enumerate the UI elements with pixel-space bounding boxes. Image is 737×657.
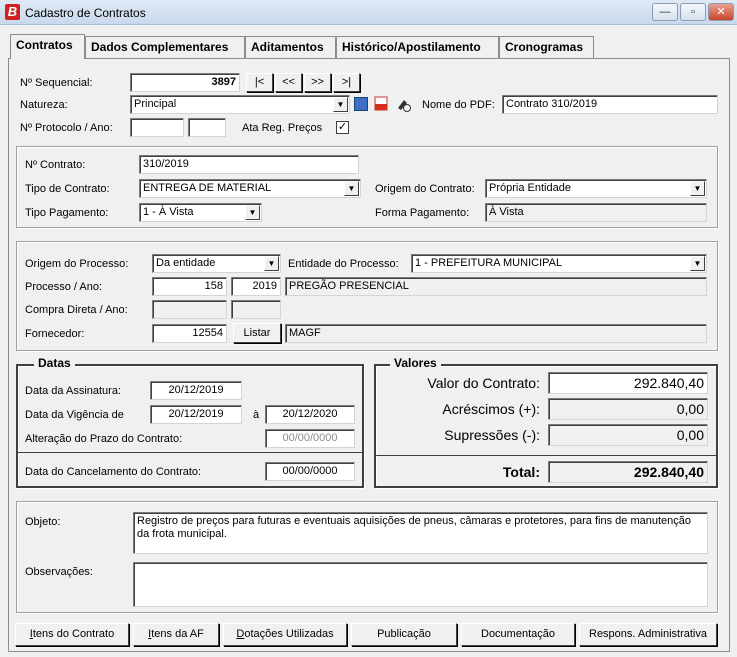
datas-legend: Datas: [34, 356, 75, 370]
tab-cronogramas[interactable]: Cronogramas: [499, 36, 594, 58]
acrescimos-label: Acréscimos (+):: [442, 401, 540, 417]
valor-contrato-field[interactable]: 292.840,40: [548, 372, 708, 394]
datas-divider: [18, 452, 362, 453]
acrescimos-field: 0,00: [548, 398, 708, 420]
tipo-contrato-select[interactable]: ENTREGA DE MATERIAL ▼: [139, 179, 361, 198]
entidade-processo-label: Entidade do Processo:: [288, 258, 399, 270]
valores-divider: [376, 455, 716, 456]
app-logo-icon: B: [5, 4, 20, 20]
respons-administrativa-button[interactable]: Respons. Administrativa: [579, 623, 717, 646]
assinatura-date-field[interactable]: 20/12/2019: [150, 381, 242, 400]
maximize-button[interactable]: ▫: [680, 3, 706, 21]
pdf-name-field[interactable]: Contrato 310/2019: [502, 95, 718, 114]
supressoes-label: Supressões (-):: [444, 427, 540, 443]
fornecedor-name-field: MAGF: [285, 324, 707, 343]
listar-button[interactable]: Listar: [233, 323, 281, 343]
ata-label: Ata Reg. Preços: [242, 122, 323, 134]
tab-dados-complementares[interactable]: Dados Complementares: [85, 36, 245, 58]
natureza-value: Principal: [134, 98, 177, 110]
next-record-button[interactable]: >>: [304, 73, 331, 92]
tipo-pagamento-label: Tipo Pagamento:: [25, 207, 109, 219]
alteracao-prazo-label: Alteração do Prazo do Contrato:: [25, 433, 183, 445]
cancelamento-label: Data do Cancelamento do Contrato:: [25, 466, 202, 478]
window-title: Cadastro de Contratos: [25, 6, 146, 20]
valores-legend: Valores: [390, 356, 441, 370]
protocolo-label: Nº Protocolo / Ano:: [20, 122, 113, 134]
last-record-button[interactable]: >|: [333, 73, 360, 92]
alteracao-prazo-field[interactable]: 00/00/0000: [265, 429, 355, 448]
prev-record-button[interactable]: <<: [275, 73, 302, 92]
total-field: 292.840,40: [548, 461, 708, 483]
tipo-pagamento-select[interactable]: 1 - À Vista ▼: [139, 203, 262, 222]
natureza-select[interactable]: Principal ▼: [130, 95, 350, 114]
valor-contrato-label: Valor do Contrato:: [427, 375, 540, 391]
contrato-number-label: Nº Contrato:: [25, 159, 86, 171]
observacoes-textarea[interactable]: [133, 562, 708, 607]
origem-contrato-label: Origem do Contrato:: [375, 183, 475, 195]
compra-direta-label: Compra Direta / Ano:: [25, 304, 128, 316]
tab-aditamentos[interactable]: Aditamentos: [245, 36, 336, 58]
seq-label: Nº Sequencial:: [20, 77, 93, 89]
processo-description: PREGÃO PRESENCIAL: [285, 277, 707, 296]
publicacao-button[interactable]: Publicação: [351, 623, 457, 646]
itens-contrato-button[interactable]: Itens do Contrato: [15, 623, 129, 646]
pdf-icon[interactable]: [374, 96, 388, 111]
chevron-down-icon: ▼: [245, 205, 260, 220]
compra-direta-number-field: [152, 300, 227, 319]
origem-contrato-value: Própria Entidade: [489, 182, 571, 194]
chevron-down-icon: ▼: [333, 97, 348, 112]
assinatura-label: Data da Assinatura:: [25, 385, 122, 397]
processo-year-field[interactable]: 2019: [231, 277, 281, 296]
documentacao-button[interactable]: Documentação: [461, 623, 575, 646]
origem-contrato-select[interactable]: Própria Entidade ▼: [485, 179, 707, 198]
tipo-pagamento-value: 1 - À Vista: [143, 206, 194, 218]
origem-processo-label: Origem do Processo:: [25, 258, 129, 270]
supressoes-field: 0,00: [548, 424, 708, 446]
fornecedor-code-field[interactable]: 12554: [152, 324, 227, 343]
objeto-textarea[interactable]: Registro de preços para futuras e eventu…: [133, 512, 708, 554]
minimize-button[interactable]: —: [652, 3, 678, 21]
total-label: Total:: [502, 464, 540, 480]
origem-processo-value: Da entidade: [156, 257, 216, 269]
pdf-name-label: Nome do PDF:: [422, 99, 495, 111]
forma-pagamento-field: À Vista: [485, 203, 707, 222]
tab-contratos[interactable]: Contratos: [10, 34, 85, 59]
compra-direta-year-field: [231, 300, 281, 319]
close-button[interactable]: ✕: [708, 3, 734, 21]
chevron-down-icon: ▼: [690, 256, 705, 271]
processo-ano-label: Processo / Ano:: [25, 281, 103, 293]
objeto-label: Objeto:: [25, 516, 61, 528]
entidade-processo-select[interactable]: 1 - PREFEITURA MUNICIPAL ▼: [411, 254, 707, 273]
contrato-number-field[interactable]: 310/2019: [139, 155, 359, 174]
first-record-button[interactable]: |<: [246, 73, 273, 92]
forma-pagamento-label: Forma Pagamento:: [375, 207, 470, 219]
tab-historico[interactable]: Histórico/Apostilamento: [336, 36, 499, 58]
cancelamento-date-field[interactable]: 00/00/0000: [265, 462, 355, 481]
protocolo-year-field[interactable]: [188, 118, 226, 137]
seq-field[interactable]: 3897: [130, 73, 240, 92]
chevron-down-icon: ▼: [690, 181, 705, 196]
fornecedor-label: Fornecedor:: [25, 328, 85, 340]
tipo-contrato-label: Tipo de Contrato:: [25, 183, 110, 195]
ata-checkbox[interactable]: ✓: [336, 121, 349, 134]
chevron-down-icon: ▼: [344, 181, 359, 196]
processo-number-field[interactable]: 158: [152, 277, 227, 296]
origem-processo-select[interactable]: Da entidade ▼: [152, 254, 281, 273]
vigencia-to-label: à: [253, 409, 260, 421]
chevron-down-icon: ▼: [264, 256, 279, 271]
observacoes-label: Observações:: [25, 566, 93, 578]
entidade-processo-value: 1 - PREFEITURA MUNICIPAL: [415, 257, 563, 269]
natureza-label: Natureza:: [20, 99, 68, 111]
tipo-contrato-value: ENTREGA DE MATERIAL: [143, 182, 272, 194]
protocolo-number-field[interactable]: [130, 118, 184, 137]
vigencia-end-field[interactable]: 20/12/2020: [265, 405, 355, 424]
vigencia-start-field[interactable]: 20/12/2019: [150, 405, 242, 424]
document-view-icon[interactable]: [354, 97, 368, 111]
signature-icon[interactable]: [396, 96, 412, 112]
vigencia-label: Data da Vigência de: [25, 409, 124, 421]
dotacoes-button[interactable]: Dotações Utilizadas: [223, 623, 347, 646]
itens-af-button[interactable]: Itens da AF: [133, 623, 219, 646]
